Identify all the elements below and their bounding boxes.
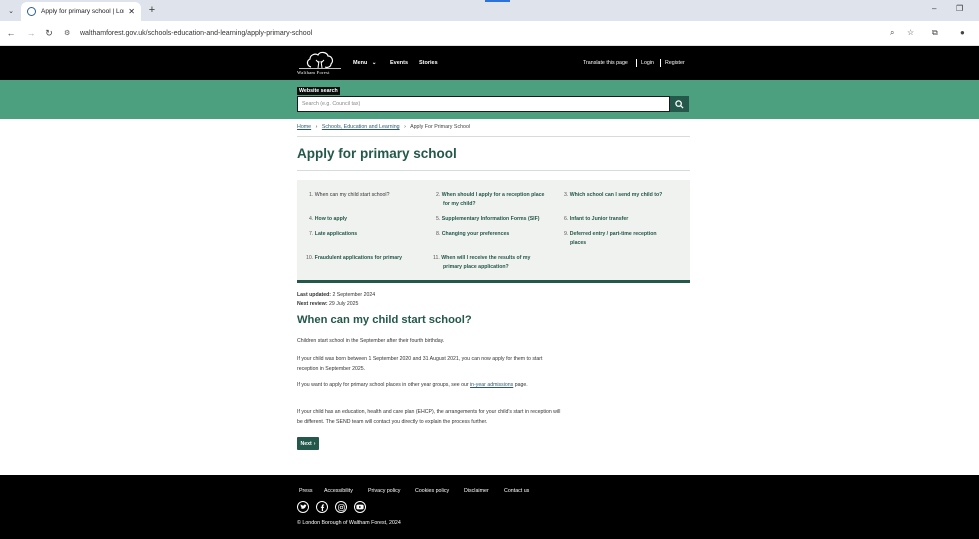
extensions-icon[interactable]: ⧉	[932, 28, 938, 38]
divider	[297, 170, 690, 171]
translate-link[interactable]: Translate this page	[583, 60, 628, 66]
forward-icon[interactable]: →	[25, 27, 37, 39]
tab-search-icon[interactable]: ⌄	[4, 4, 18, 18]
site-header	[0, 46, 979, 80]
toc-item-10[interactable]: 10. Fraudulent applications for primary	[306, 254, 402, 263]
profile-icon[interactable]: ●	[960, 28, 965, 37]
copyright: © London Borough of Waltham Forest, 2024	[297, 520, 401, 526]
toc-item-1[interactable]: 1. When can my child start school?	[309, 191, 389, 200]
toc-item-2[interactable]: 2. When should I apply for a reception p…	[436, 191, 544, 209]
page-title: Apply for primary school	[297, 146, 457, 161]
toc-item-4[interactable]: 4. How to apply	[309, 215, 347, 224]
chevron-right-icon: ›	[313, 440, 316, 447]
youtube-icon[interactable]	[354, 501, 366, 513]
paragraph-start-age: Children start school in the September a…	[297, 338, 445, 344]
zoom-icon[interactable]: ⌕	[890, 28, 894, 38]
breadcrumb-current: Apply For Primary School	[410, 124, 471, 130]
toc-item-7[interactable]: 7. Late applications	[309, 230, 357, 239]
search-icon	[675, 99, 684, 109]
breadcrumb-chevron-icon: ›	[404, 124, 406, 130]
browser-tab[interactable]: Apply for primary school | Lond ✕	[21, 2, 141, 21]
search-input[interactable]: Search (e.g. Council tax)	[297, 96, 670, 112]
nav-divider	[636, 59, 637, 67]
paragraph-in-year: If you want to apply for primary school …	[297, 382, 528, 388]
omnibox[interactable]: ⚙ walthamforest.gov.uk/schools-education…	[60, 24, 920, 42]
site-info-icon[interactable]: ⚙	[64, 29, 76, 37]
toc-item-5[interactable]: 5. Supplementary Information Forms (SIF)	[436, 215, 540, 224]
search-label: Website search	[297, 87, 340, 95]
login-link[interactable]: Login	[641, 60, 654, 66]
toc-item-8[interactable]: 8. Changing your preferences	[436, 230, 509, 239]
next-button[interactable]: Next ›	[297, 437, 319, 450]
footer-link-cookies[interactable]: Cookies policy	[415, 488, 449, 494]
breadcrumb-home[interactable]: Home	[297, 124, 311, 130]
tab-strip-indicator	[485, 0, 510, 2]
facebook-icon[interactable]	[316, 501, 328, 513]
nav-divider	[660, 59, 661, 67]
nav-events[interactable]: Events	[390, 60, 408, 66]
section-heading: When can my child start school?	[297, 314, 472, 326]
breadcrumb: Home › Schools, Education and Learning ›…	[297, 124, 470, 130]
next-review: Next review: 29 July 2025	[297, 301, 359, 307]
divider	[297, 136, 690, 137]
register-link[interactable]: Register	[665, 60, 685, 66]
in-year-admissions-link[interactable]: in-year admissions	[470, 382, 513, 388]
paragraph-birth-dates: If your child was born between 1 Septemb…	[297, 356, 543, 372]
browser-address-bar: ← → ↻ ⚙ walthamforest.gov.uk/schools-edu…	[0, 21, 979, 46]
footer-link-press[interactable]: Press	[299, 488, 313, 494]
contents-box: 1. When can my child start school? 2. Wh…	[297, 180, 690, 283]
logo-text: Waltham Forest	[297, 70, 330, 75]
new-tab-icon[interactable]: +	[146, 4, 158, 16]
footer-link-disclaimer[interactable]: Disclaimer	[464, 488, 489, 494]
instagram-icon[interactable]	[335, 501, 347, 513]
toc-item-11[interactable]: 11. When will I receive the results of m…	[433, 254, 530, 272]
nav-stories[interactable]: Stories	[419, 60, 438, 66]
toc-item-3[interactable]: 3. Which school can I send my child to?	[564, 191, 662, 200]
site-footer	[0, 475, 979, 539]
favicon-icon	[27, 7, 36, 16]
chevron-down-icon: ⌄	[371, 60, 377, 66]
search-button[interactable]	[670, 96, 689, 112]
next-label: Next	[300, 440, 312, 447]
reload-icon[interactable]: ↻	[43, 27, 55, 39]
footer-link-accessibility[interactable]: Accessibility	[324, 488, 353, 494]
paragraph-ehcp: If your child has an education, health a…	[297, 409, 561, 425]
menu-label: Menu	[353, 60, 368, 66]
browser-tab-bar: ⌄ Apply for primary school | Lond ✕ + – …	[0, 0, 979, 21]
twitter-icon[interactable]	[297, 501, 309, 513]
breadcrumb-section[interactable]: Schools, Education and Learning	[322, 124, 400, 130]
toc-item-9[interactable]: 9. Deferred entry / part-time reception …	[564, 230, 657, 248]
tab-title: Apply for primary school | Lond	[41, 8, 125, 15]
url-text[interactable]: walthamforest.gov.uk/schools-education-a…	[80, 30, 312, 37]
footer-link-privacy[interactable]: Privacy policy	[368, 488, 400, 494]
breadcrumb-chevron-icon: ›	[315, 124, 318, 130]
close-tab-icon[interactable]: ✕	[128, 7, 135, 16]
footer-link-contact[interactable]: Contact us	[504, 488, 529, 494]
bookmark-star-icon[interactable]: ☆	[907, 28, 914, 37]
minimize-icon[interactable]: –	[932, 4, 936, 13]
restore-icon[interactable]: ❐	[956, 4, 963, 13]
last-updated: Last updated: 2 September 2024	[297, 292, 376, 298]
back-icon[interactable]: ←	[5, 27, 17, 39]
menu-button[interactable]: Menu ⌄	[353, 60, 377, 66]
toc-item-6[interactable]: 6. Infant to Junior transfer	[564, 215, 628, 224]
